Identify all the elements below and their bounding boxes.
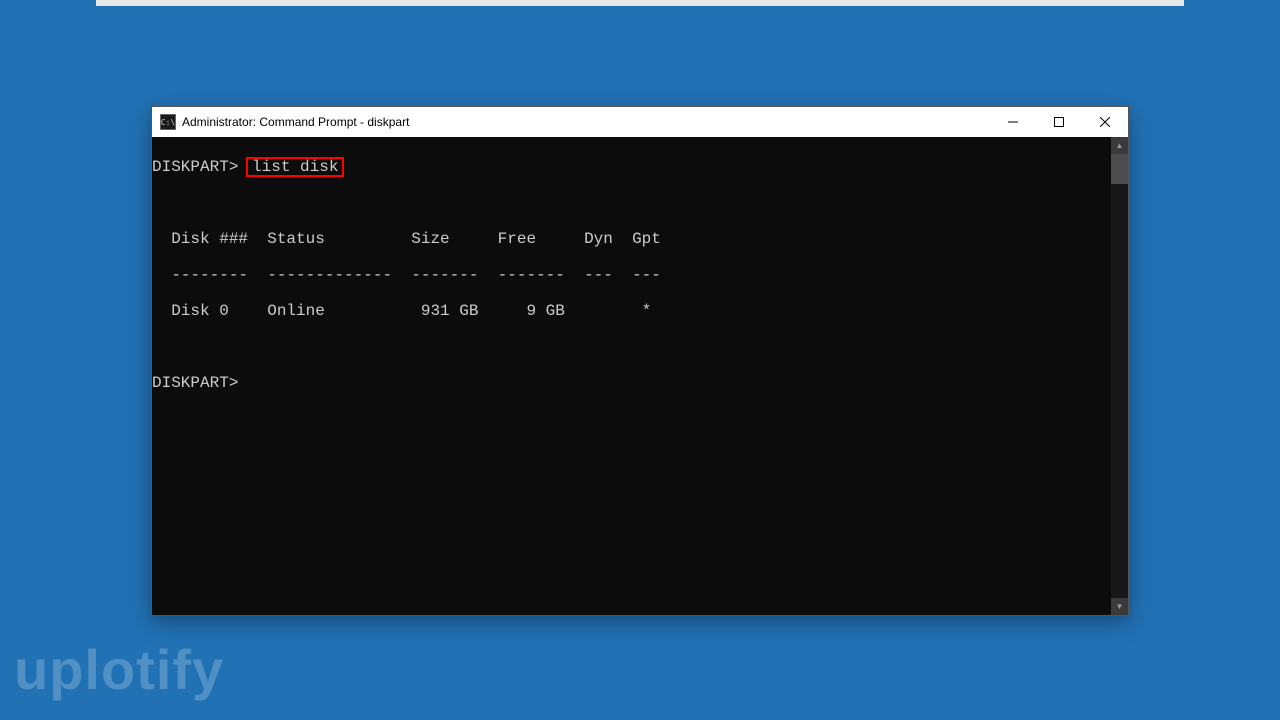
command-prompt-window: C:\ Administrator: Command Prompt - disk… bbox=[151, 106, 1129, 616]
scroll-track[interactable] bbox=[1111, 154, 1128, 598]
window-title: Administrator: Command Prompt - diskpart bbox=[182, 115, 990, 129]
disk-table-divider: -------- ------------- ------- ------- -… bbox=[152, 265, 1111, 285]
prompt-line-1: DISKPART> list disk bbox=[152, 157, 1111, 177]
close-button[interactable] bbox=[1082, 107, 1128, 137]
scroll-down-arrow-icon[interactable]: ▼ bbox=[1111, 598, 1128, 615]
diskpart-prompt: DISKPART> bbox=[152, 158, 238, 176]
maximize-button[interactable] bbox=[1036, 107, 1082, 137]
window-titlebar[interactable]: C:\ Administrator: Command Prompt - disk… bbox=[152, 107, 1128, 137]
minimize-button[interactable] bbox=[990, 107, 1036, 137]
close-icon bbox=[1100, 117, 1110, 127]
scroll-up-arrow-icon[interactable]: ▲ bbox=[1111, 137, 1128, 154]
blank-line bbox=[152, 193, 1111, 213]
terminal-output[interactable]: DISKPART> list disk Disk ### Status Size… bbox=[152, 137, 1111, 615]
cmd-icon: C:\ bbox=[160, 114, 176, 130]
prompt-line-2: DISKPART> bbox=[152, 373, 1111, 393]
highlighted-command: list disk bbox=[246, 157, 344, 177]
blank-line bbox=[152, 337, 1111, 357]
minimize-icon bbox=[1008, 117, 1018, 127]
background-top-strip bbox=[96, 0, 1184, 6]
disk-table-header: Disk ### Status Size Free Dyn Gpt bbox=[152, 229, 1111, 249]
window-controls bbox=[990, 107, 1128, 137]
terminal-area: DISKPART> list disk Disk ### Status Size… bbox=[152, 137, 1128, 615]
vertical-scrollbar[interactable]: ▲ ▼ bbox=[1111, 137, 1128, 615]
watermark-text: uplotify bbox=[14, 637, 224, 702]
scroll-thumb[interactable] bbox=[1111, 154, 1128, 184]
maximize-icon bbox=[1054, 117, 1064, 127]
disk-table-row: Disk 0 Online 931 GB 9 GB * bbox=[152, 301, 1111, 321]
